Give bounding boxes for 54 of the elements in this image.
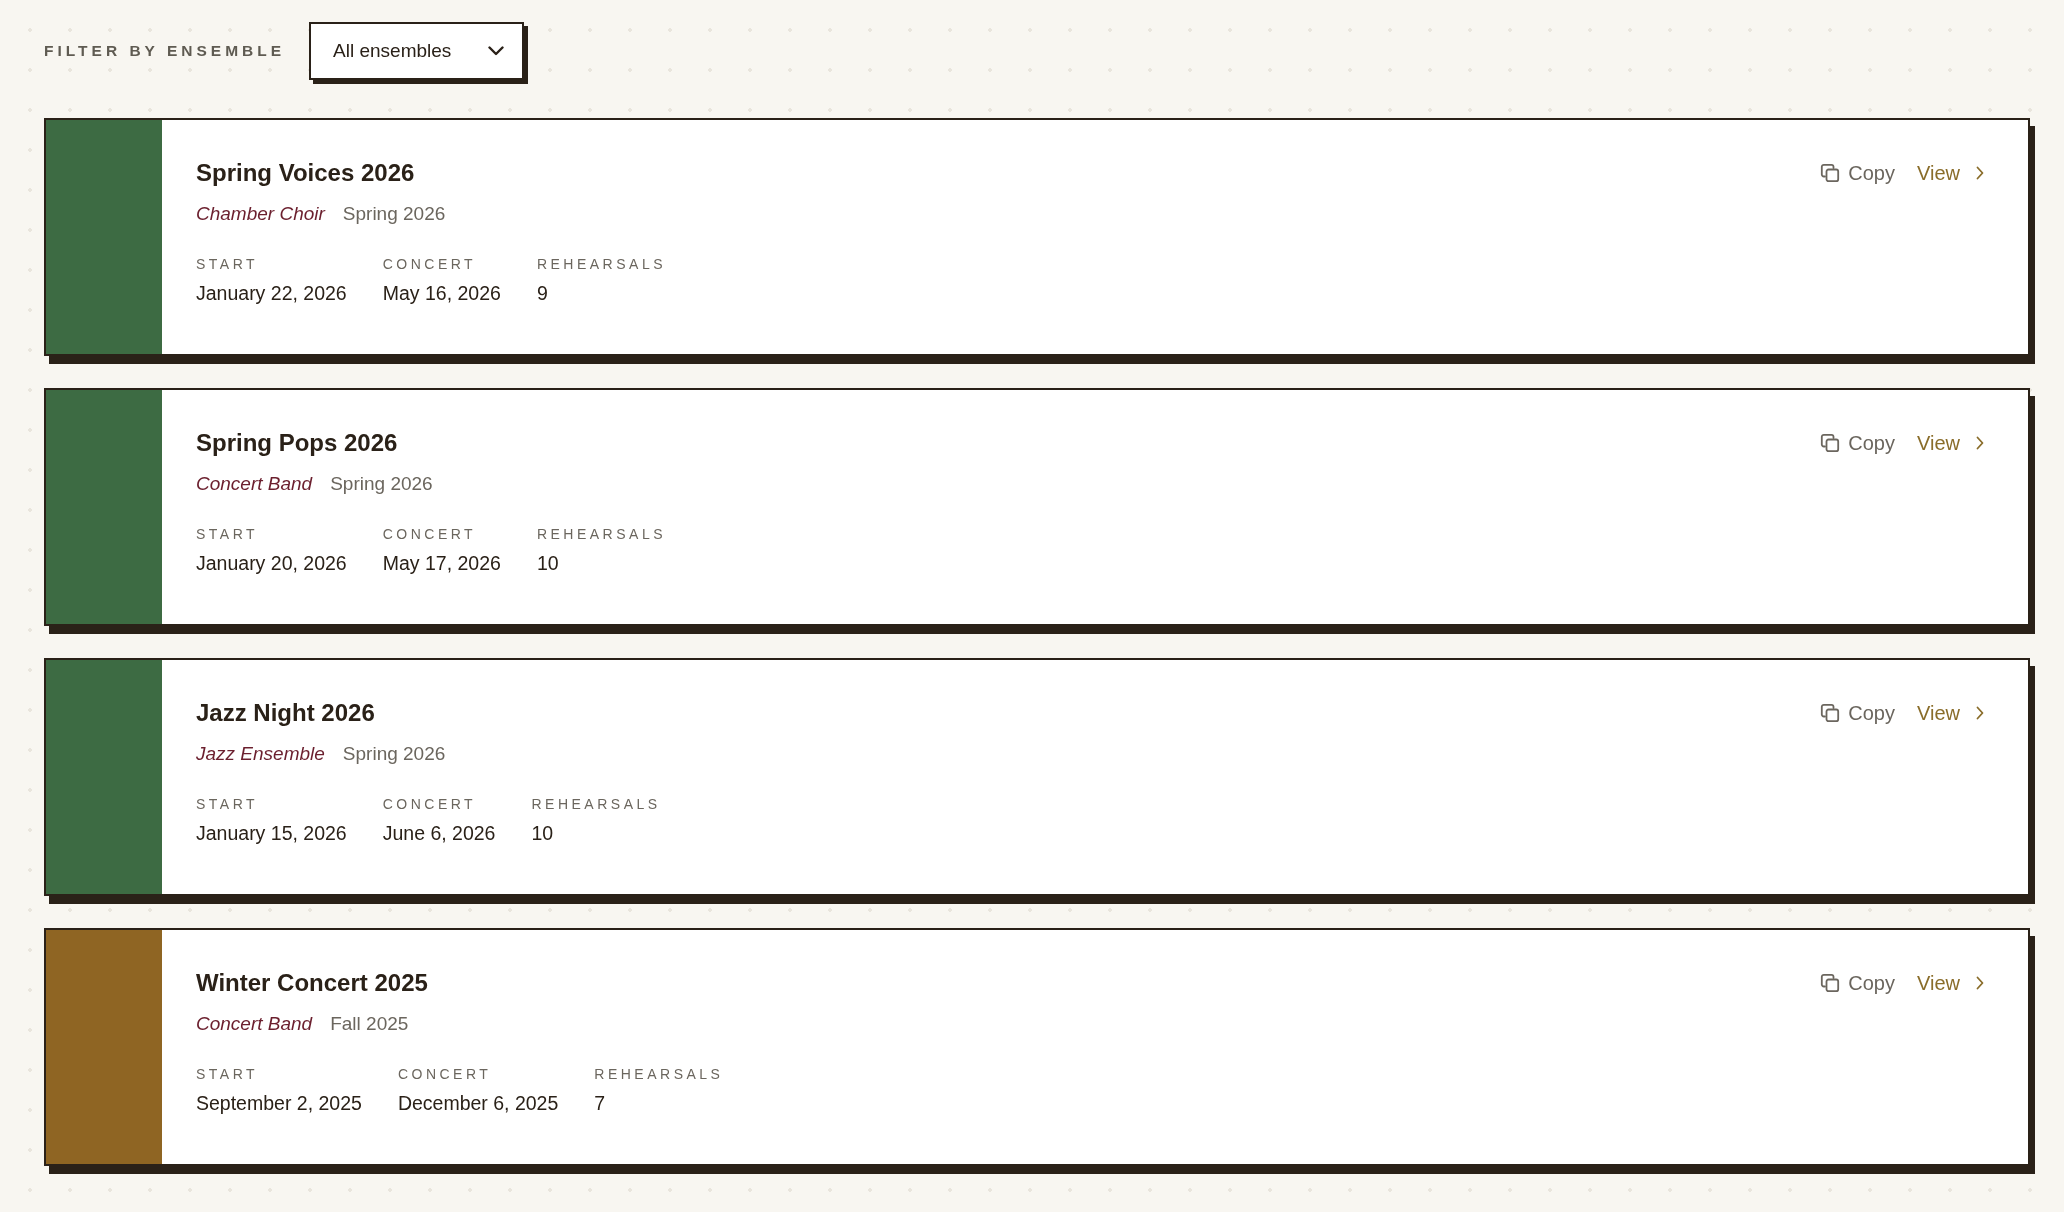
copy-button[interactable]: Copy — [1820, 701, 1895, 725]
field-label: CONCERT — [397, 1065, 492, 1084]
copy-button[interactable]: Copy — [1820, 431, 1895, 455]
field-label: START — [196, 255, 259, 274]
view-link[interactable]: View — [1917, 161, 1984, 185]
field-label: START — [196, 795, 259, 814]
field-value: September 2, 2025 — [196, 1091, 362, 1116]
field-value: 9 — [536, 281, 548, 306]
project-title: Winter Concert 2025 — [196, 968, 428, 998]
field-label: CONCERT — [382, 795, 477, 814]
copy-button[interactable]: Copy — [1820, 161, 1895, 185]
copy-button[interactable]: Copy — [1820, 971, 1895, 995]
field-value: 7 — [594, 1091, 606, 1116]
view-link[interactable]: View — [1917, 431, 1984, 455]
field-value: January 22, 2026 — [196, 281, 347, 306]
field-value: January 20, 2026 — [196, 551, 347, 576]
filter-label: FILTER BY ENSEMBLE — [44, 42, 286, 60]
field-label: REHEARSALS — [536, 525, 667, 544]
field-value: May 16, 2026 — [382, 281, 501, 306]
field-label: START — [196, 1065, 259, 1084]
ensemble-name: Chamber Choir — [196, 202, 325, 226]
copy-icon — [1820, 973, 1841, 993]
chevron-right-icon — [1976, 166, 1984, 180]
field-value: December 6, 2025 — [397, 1091, 559, 1116]
field-label: REHEARSALS — [594, 1065, 724, 1084]
chevron-down-icon — [488, 46, 505, 56]
view-link[interactable]: View — [1917, 971, 1984, 995]
field-label: CONCERT — [382, 525, 477, 544]
copy-icon — [1820, 703, 1841, 723]
field-label: CONCERT — [382, 255, 477, 274]
field-label: REHEARSALS — [531, 795, 661, 814]
chevron-right-icon — [1976, 706, 1984, 720]
season-label: Spring 2026 — [330, 472, 433, 496]
field-value: 10 — [536, 551, 559, 576]
field-value: June 6, 2026 — [382, 821, 496, 846]
project-title: Jazz Night 2026 — [196, 698, 375, 728]
field-label: START — [196, 525, 259, 544]
season-label: Spring 2026 — [342, 742, 446, 766]
field-value: January 15, 2026 — [196, 821, 347, 846]
project-title: Spring Voices 2026 — [196, 158, 415, 188]
ensemble-name: Jazz Ensemble — [196, 742, 325, 766]
view-link[interactable]: View — [1917, 701, 1984, 725]
field-label: REHEARSALS — [536, 255, 667, 274]
ensemble-name: Concert Band — [196, 1012, 313, 1036]
copy-icon — [1820, 163, 1841, 183]
ensemble-name: Concert Band — [196, 472, 313, 496]
season-label: Spring 2026 — [342, 202, 446, 226]
field-value: May 17, 2026 — [382, 551, 501, 576]
copy-icon — [1820, 433, 1841, 453]
project-title: Spring Pops 2026 — [196, 428, 398, 458]
field-value: 10 — [531, 821, 554, 846]
season-label: Fall 2025 — [330, 1012, 409, 1036]
chevron-right-icon — [1976, 436, 1984, 450]
chevron-right-icon — [1976, 976, 1984, 990]
